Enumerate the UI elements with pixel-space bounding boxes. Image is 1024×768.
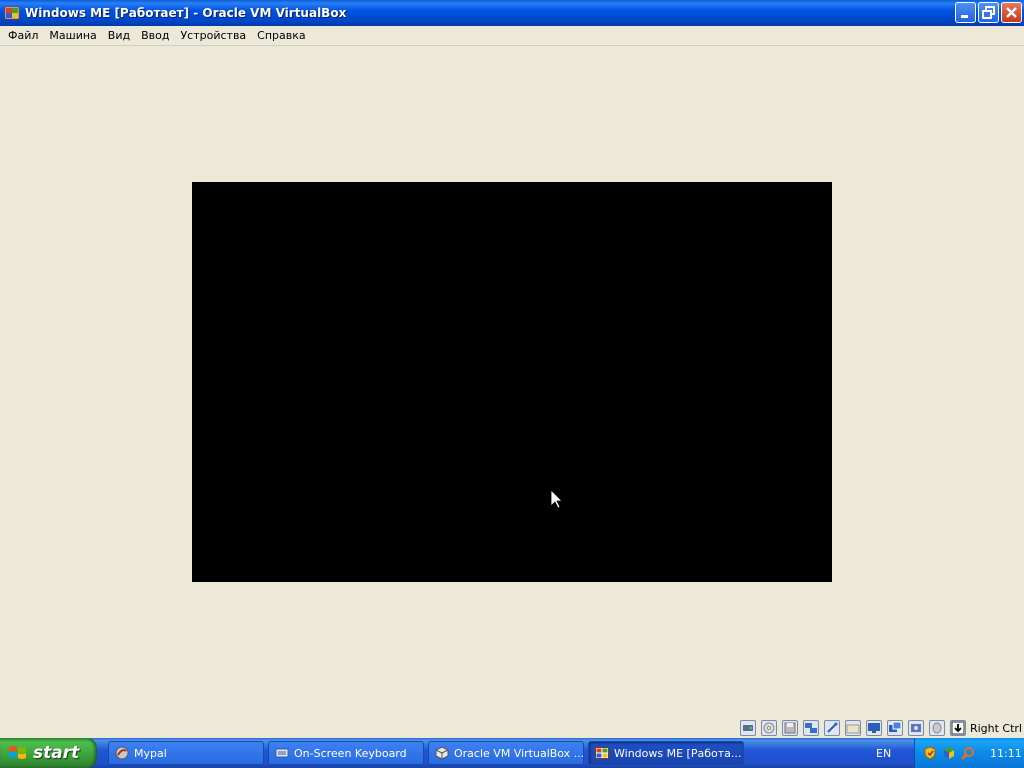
mouse-integration-icon[interactable] [928,720,945,736]
taskbar-item-windows-me-vm[interactable]: Windows ME [Работа... [588,741,744,765]
virtualbox-tray-icon[interactable] [942,746,956,760]
seamless-icon[interactable] [886,720,903,736]
menu-input[interactable]: Ввод [136,26,174,46]
vm-window-icon [595,746,609,760]
start-label: start [33,743,80,763]
windows-flag-icon [8,744,28,762]
mypal-icon [115,746,129,760]
menu-devices[interactable]: Устройства [175,26,251,46]
taskbar-item-label: Mypal [134,746,167,760]
language-indicator[interactable]: EN [876,747,891,760]
usb-icon[interactable] [823,720,840,736]
host-key-arrow-icon [949,720,966,736]
network-icon[interactable] [802,720,819,736]
video-capture-icon[interactable] [907,720,924,736]
search-icon[interactable] [961,746,975,760]
taskbar-item-label: Windows ME [Работа... [614,746,742,760]
menu-bar: Файл Машина Вид Ввод Устройства Справка [0,26,1024,46]
start-button[interactable]: start [0,738,97,768]
clock[interactable]: 11:11 [990,747,1022,760]
menu-help[interactable]: Справка [252,26,310,46]
taskbar-item-label: On-Screen Keyboard [294,746,407,760]
taskbar: start Mypal On-Screen Keyboard Oracle VM… [0,738,1024,768]
window-titlebar[interactable]: Windows ME [Работает] - Oracle VM Virtua… [0,0,1024,26]
close-button[interactable] [1001,2,1022,23]
restore-button[interactable] [978,2,999,23]
taskbar-item-label: Oracle VM VirtualBox ... [454,746,584,760]
display-icon[interactable] [865,720,882,736]
menu-machine[interactable]: Машина [44,26,101,46]
virtualbox-window-icon[interactable] [4,5,20,21]
vm-display[interactable] [192,182,832,582]
menu-file[interactable]: Файл [3,26,43,46]
host-key-label: Right Ctrl [969,721,1022,735]
menu-view[interactable]: Вид [103,26,135,46]
keyboard-icon [275,746,289,760]
vm-status-bar: Right Ctrl [735,718,1024,738]
minimize-button[interactable] [955,2,976,23]
window-title: Windows ME [Работает] - Oracle VM Virtua… [25,6,347,20]
floppy-icon[interactable] [781,720,798,736]
security-shield-icon[interactable] [923,746,937,760]
hard-disk-icon[interactable] [739,720,756,736]
mouse-pointer-icon [551,490,563,509]
system-tray: 11:11 [914,738,1024,768]
shared-folders-icon[interactable] [844,720,861,736]
taskbar-item-on-screen-keyboard[interactable]: On-Screen Keyboard [268,741,424,765]
virtualbox-icon [435,746,449,760]
cd-rom-icon[interactable] [760,720,777,736]
taskbar-item-virtualbox-manager[interactable]: Oracle VM VirtualBox ... [428,741,584,765]
taskbar-item-mypal[interactable]: Mypal [108,741,264,765]
